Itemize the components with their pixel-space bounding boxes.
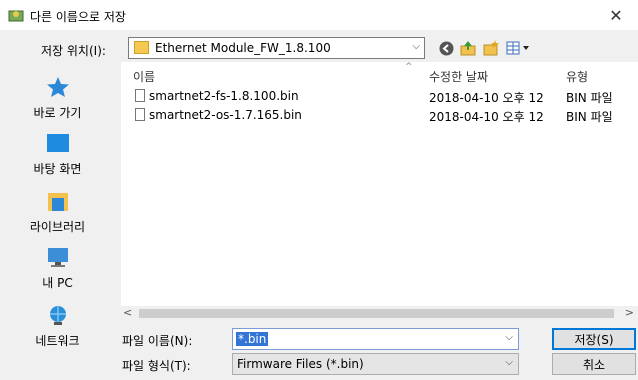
close-button[interactable]: ✕ — [594, 0, 638, 30]
folder-icon — [134, 41, 149, 54]
quick-access-icon — [46, 77, 69, 97]
chevron-down-icon[interactable]: ⌵ — [505, 332, 513, 343]
file-date: 2018-04-10 오후 12 — [429, 91, 544, 105]
chevron-down-icon: ⌵ — [412, 41, 420, 52]
place-libraries[interactable]: 라이브러리 — [0, 190, 115, 235]
place-network[interactable]: 네트워크 — [0, 304, 115, 349]
filetype-value: Firmware Files (*.bin) — [237, 357, 364, 371]
file-row[interactable]: smartnet2-fs-1.8.100.bin 2018-04-10 오후 1… — [121, 86, 638, 106]
title-bar: 다른 이름으로 저장 ✕ — [0, 0, 638, 30]
save-location-label: 저장 위치(I): — [41, 44, 106, 58]
file-icon — [135, 89, 145, 102]
places-bar: 바로 가기 바탕 화면 라이브러리 내 PC 네트워크 — [0, 62, 115, 362]
place-this-pc[interactable]: 내 PC — [0, 246, 115, 291]
save-button[interactable]: 저장(S) — [552, 328, 636, 350]
back-icon[interactable] — [437, 39, 455, 57]
scroll-thumb[interactable] — [139, 309, 614, 318]
network-icon — [49, 306, 66, 325]
file-date: 2018-04-10 오후 12 — [429, 110, 544, 124]
scroll-right-icon[interactable]: > — [625, 306, 634, 319]
file-row[interactable]: smartnet2-os-1.7.165.bin 2018-04-10 오후 1… — [121, 105, 638, 125]
filename-label: 파일 이름(N): — [122, 334, 193, 348]
place-quick-access[interactable]: 바로 가기 — [0, 76, 115, 121]
place-label: 라이브러리 — [29, 220, 86, 234]
file-icon — [135, 108, 145, 121]
place-label: 내 PC — [42, 276, 73, 290]
filename-value: *.bin — [236, 332, 269, 346]
place-label: 바탕 화면 — [33, 162, 82, 176]
chevron-down-icon: ⌵ — [505, 357, 513, 368]
filetype-select[interactable]: Firmware Files (*.bin) ⌵ — [232, 353, 519, 375]
save-location-value: Ethernet Module_FW_1.8.100 — [155, 41, 331, 55]
horizontal-scrollbar[interactable]: < > — [121, 306, 638, 320]
file-name: smartnet2-fs-1.8.100.bin — [149, 89, 299, 103]
place-desktop[interactable]: 바탕 화면 — [0, 132, 115, 177]
sort-caret-icon: ^ — [405, 62, 413, 72]
desktop-icon — [46, 134, 69, 152]
scroll-left-icon[interactable]: < — [123, 306, 132, 319]
this-pc-icon — [47, 248, 68, 267]
filename-input[interactable]: *.bin ⌵ — [232, 328, 519, 350]
up-folder-icon[interactable] — [459, 39, 477, 57]
column-header-type[interactable]: 유형 — [566, 68, 588, 85]
file-list[interactable]: ^ 이름 수정한 날짜 유형 smartnet2-fs-1.8.100.bin … — [121, 62, 638, 306]
save-location-combo[interactable]: Ethernet Module_FW_1.8.100 ⌵ — [128, 37, 425, 59]
view-menu-icon[interactable] — [505, 39, 531, 57]
file-type: BIN 파일 — [566, 91, 613, 105]
column-header-name[interactable]: 이름 — [133, 68, 155, 85]
file-name: smartnet2-os-1.7.165.bin — [149, 108, 302, 122]
app-icon — [8, 10, 24, 22]
place-label: 바로 가기 — [33, 106, 82, 120]
place-label: 네트워크 — [35, 334, 80, 348]
libraries-icon — [47, 193, 68, 211]
filetype-label: 파일 형식(T): — [122, 359, 191, 373]
column-header-date[interactable]: 수정한 날짜 — [429, 68, 488, 85]
file-type: BIN 파일 — [566, 110, 613, 124]
new-folder-icon[interactable] — [482, 39, 500, 57]
cancel-button[interactable]: 취소 — [552, 353, 636, 375]
close-icon: ✕ — [609, 5, 623, 25]
window-title: 다른 이름으로 저장 — [30, 10, 126, 24]
